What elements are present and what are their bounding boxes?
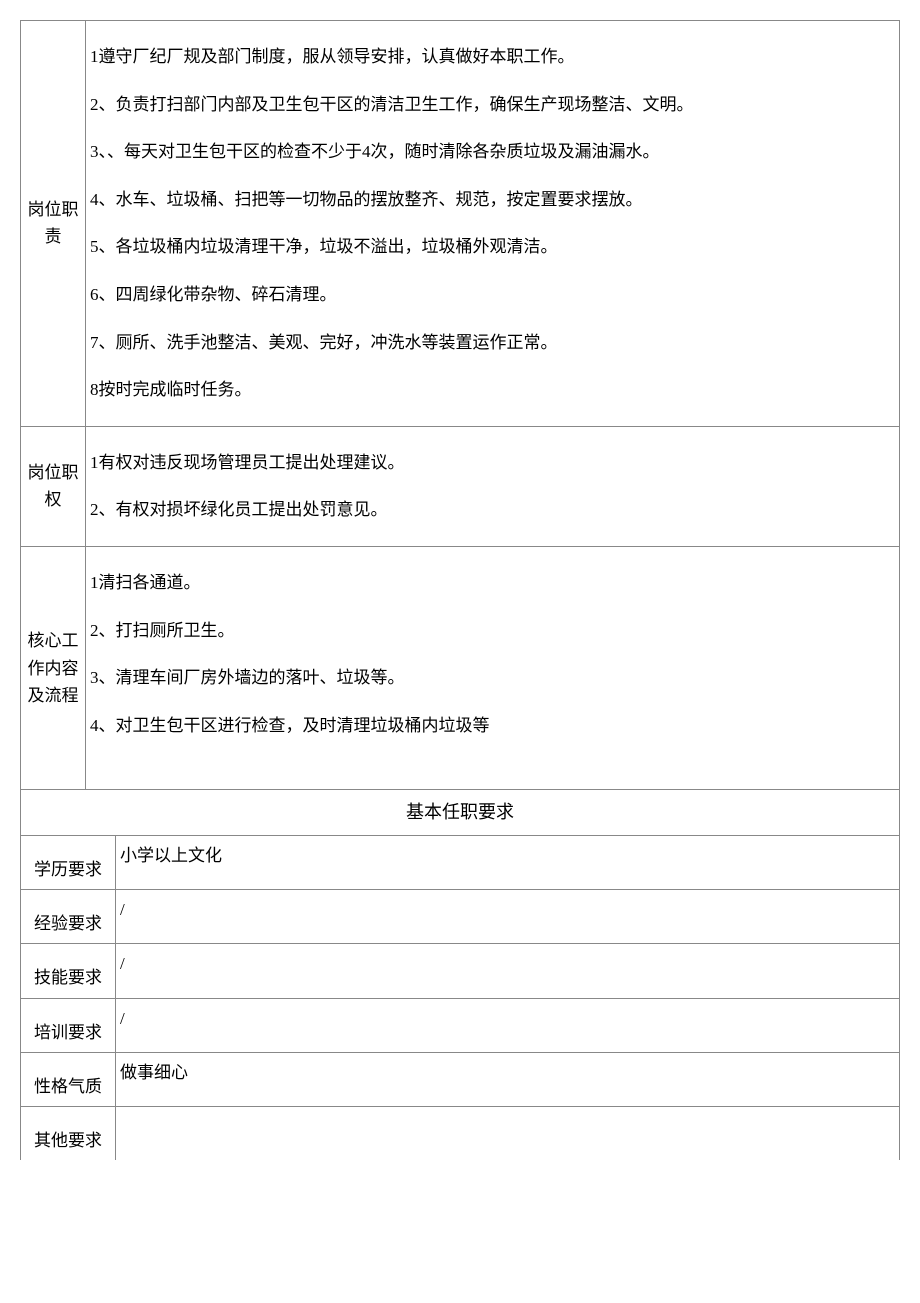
duties-item: 8按时完成临时任务。 xyxy=(90,366,895,414)
requirements-header: 基本任职要求 xyxy=(21,790,900,836)
workflow-label: 核心工作内容及流程 xyxy=(21,546,86,789)
authority-item: 2、有权对损坏绿化员工提出处罚意见。 xyxy=(90,486,895,534)
duties-item: 1遵守厂纪厂规及部门制度，服从领导安排，认真做好本职工作。 xyxy=(90,33,895,81)
workflow-content: 1清扫各通道。 2、打扫厕所卫生。 3、清理车间厂房外墙边的落叶、垃圾等。 4、… xyxy=(86,546,900,789)
workflow-item: 2、打扫厕所卫生。 xyxy=(90,607,895,655)
skill-value: / xyxy=(116,944,900,998)
experience-label: 经验要求 xyxy=(21,890,116,944)
education-value: 小学以上文化 xyxy=(116,836,900,890)
duties-row: 岗位职责 1遵守厂纪厂规及部门制度，服从领导安排，认真做好本职工作。 2、负责打… xyxy=(21,21,900,427)
duties-item: 7、厕所、洗手池整洁、美观、完好，冲洗水等装置运作正常。 xyxy=(90,319,895,367)
skill-row: 技能要求 / xyxy=(21,944,900,998)
authority-label: 岗位职权 xyxy=(21,426,86,546)
education-label: 学历要求 xyxy=(21,836,116,890)
other-row: 其他要求 xyxy=(21,1107,900,1161)
duties-item: 2、负责打扫部门内部及卫生包干区的清洁卫生工作，确保生产现场整洁、文明。 xyxy=(90,81,895,129)
duties-item: 6、四周绿化带杂物、碎石清理。 xyxy=(90,271,895,319)
other-label: 其他要求 xyxy=(21,1107,116,1161)
workflow-item: 3、清理车间厂房外墙边的落叶、垃圾等。 xyxy=(90,654,895,702)
experience-value: / xyxy=(116,890,900,944)
duties-item: 4、水车、垃圾桶、扫把等一切物品的摆放整齐、规范，按定置要求摆放。 xyxy=(90,176,895,224)
personality-label: 性格气质 xyxy=(21,1052,116,1106)
duties-item: 5、各垃圾桶内垃圾清理干净，垃圾不溢出，垃圾桶外观清洁。 xyxy=(90,223,895,271)
skill-label: 技能要求 xyxy=(21,944,116,998)
duties-label: 岗位职责 xyxy=(21,21,86,427)
authority-row: 岗位职权 1有权对违反现场管理员工提出处理建议。 2、有权对损坏绿化员工提出处罚… xyxy=(21,426,900,546)
education-row: 学历要求 小学以上文化 xyxy=(21,836,900,890)
workflow-item: 4、对卫生包干区进行检查，及时清理垃圾桶内垃圾等 xyxy=(90,702,895,750)
job-description-table: 岗位职责 1遵守厂纪厂规及部门制度，服从领导安排，认真做好本职工作。 2、负责打… xyxy=(20,20,900,1160)
duties-content: 1遵守厂纪厂规及部门制度，服从领导安排，认真做好本职工作。 2、负责打扫部门内部… xyxy=(86,21,900,427)
training-value: / xyxy=(116,998,900,1052)
experience-row: 经验要求 / xyxy=(21,890,900,944)
authority-content: 1有权对违反现场管理员工提出处理建议。 2、有权对损坏绿化员工提出处罚意见。 xyxy=(86,426,900,546)
other-value xyxy=(116,1107,900,1161)
workflow-row: 核心工作内容及流程 1清扫各通道。 2、打扫厕所卫生。 3、清理车间厂房外墙边的… xyxy=(21,546,900,789)
training-label: 培训要求 xyxy=(21,998,116,1052)
authority-item: 1有权对违反现场管理员工提出处理建议。 xyxy=(90,439,895,487)
requirements-header-row: 基本任职要求 xyxy=(21,790,900,836)
workflow-item: 1清扫各通道。 xyxy=(90,559,895,607)
personality-value: 做事细心 xyxy=(116,1052,900,1106)
personality-row: 性格气质 做事细心 xyxy=(21,1052,900,1106)
duties-item: 3、、每天对卫生包干区的检查不少于4次，随时清除各杂质垃圾及漏油漏水。 xyxy=(90,128,895,176)
training-row: 培训要求 / xyxy=(21,998,900,1052)
